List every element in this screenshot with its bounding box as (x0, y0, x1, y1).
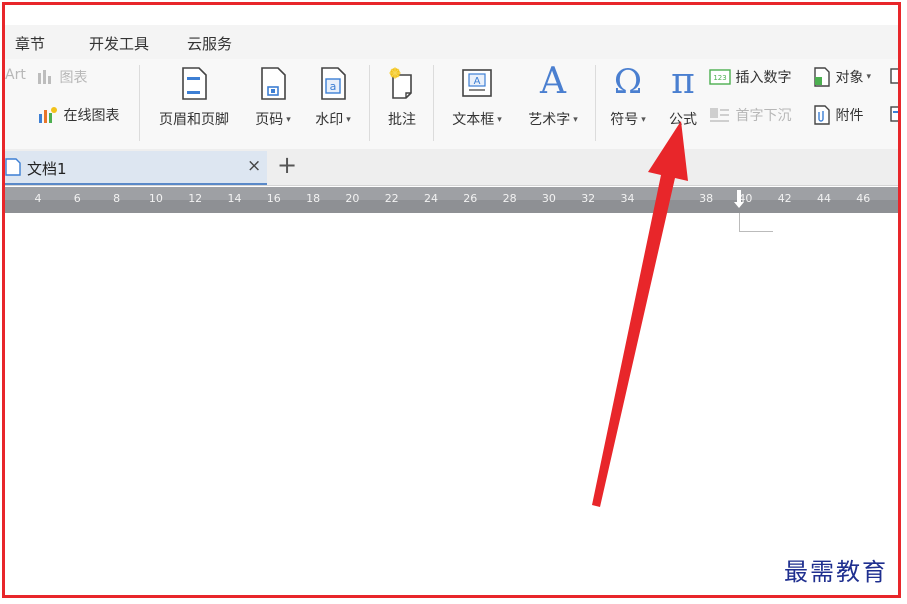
screenshot-frame: 章节 开发工具 云服务 Art 图表 在线图表 页眉和页脚 页码 ▾ a 水印 … (2, 2, 901, 598)
arrow-shape (592, 121, 688, 507)
annotation-arrow (592, 121, 688, 507)
